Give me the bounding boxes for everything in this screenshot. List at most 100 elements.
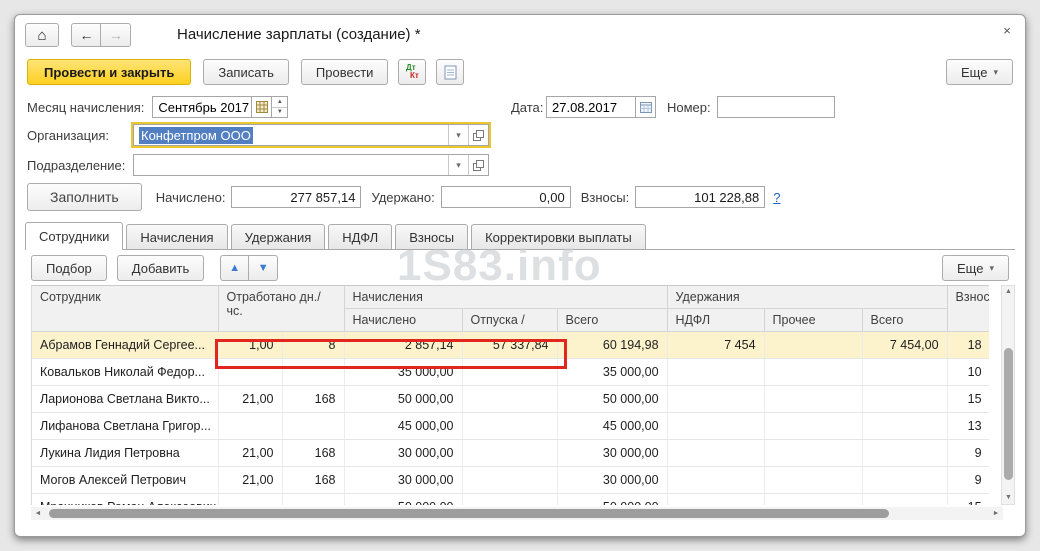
- move-up-button[interactable]: ▲: [220, 255, 249, 281]
- cell-employee[interactable]: Абрамов Геннадий Сергее...: [32, 332, 218, 359]
- tab-ndfl[interactable]: НДФЛ: [328, 224, 392, 249]
- cell-ndfl[interactable]: 7 454: [667, 332, 764, 359]
- table-row[interactable]: Ларионова Светлана Викто... 21,00 168 50…: [32, 386, 989, 413]
- cell-vacation[interactable]: 57 337,84: [462, 332, 557, 359]
- cell-days[interactable]: 21,00: [218, 440, 282, 467]
- cell-ded-total[interactable]: [862, 359, 947, 386]
- cell-ded-total[interactable]: [862, 440, 947, 467]
- cell-hours[interactable]: 8: [282, 332, 344, 359]
- col-total[interactable]: Всего: [557, 309, 667, 332]
- cell-accrued[interactable]: 30 000,00: [344, 440, 462, 467]
- cell-ded-total[interactable]: 7 454,00: [862, 332, 947, 359]
- cell-contributions[interactable]: 9: [947, 467, 989, 494]
- cell-total[interactable]: 50 000,00: [557, 494, 667, 506]
- cell-hours[interactable]: 168: [282, 440, 344, 467]
- cell-days[interactable]: 21,00: [218, 467, 282, 494]
- post-button[interactable]: Провести: [301, 59, 389, 85]
- open-link-icon[interactable]: [468, 125, 488, 145]
- cell-vacation[interactable]: [462, 359, 557, 386]
- cell-other[interactable]: [764, 467, 862, 494]
- cell-employee[interactable]: Мрачников Роман Алексеевич: [32, 494, 218, 506]
- cell-accrued[interactable]: 45 000,00: [344, 413, 462, 440]
- cell-days[interactable]: [218, 494, 282, 506]
- date-input[interactable]: 27.08.2017: [546, 96, 636, 118]
- help-link[interactable]: ?: [773, 190, 780, 205]
- col-ded-total[interactable]: Всего: [862, 309, 947, 332]
- cell-days[interactable]: 1,00: [218, 332, 282, 359]
- cell-other[interactable]: [764, 494, 862, 506]
- month-stepper[interactable]: ▲ ▼: [272, 96, 288, 118]
- table-more-button[interactable]: Еще▾: [942, 255, 1009, 281]
- cell-ndfl[interactable]: [667, 386, 764, 413]
- cell-ndfl[interactable]: [667, 494, 764, 506]
- cell-employee[interactable]: Могов Алексей Петрович: [32, 467, 218, 494]
- cell-vacation[interactable]: [462, 467, 557, 494]
- move-down-button[interactable]: ▼: [249, 255, 278, 281]
- table-row[interactable]: Лукина Лидия Петровна 21,00 168 30 000,0…: [32, 440, 989, 467]
- chevron-down-icon[interactable]: ▾: [448, 155, 468, 175]
- cell-total[interactable]: 45 000,00: [557, 413, 667, 440]
- cell-ded-total[interactable]: [862, 467, 947, 494]
- cell-accrued[interactable]: 30 000,00: [344, 467, 462, 494]
- cell-contributions[interactable]: 10: [947, 359, 989, 386]
- table-row[interactable]: Могов Алексей Петрович 21,00 168 30 000,…: [32, 467, 989, 494]
- cell-vacation[interactable]: [462, 440, 557, 467]
- cell-other[interactable]: [764, 332, 862, 359]
- horizontal-scroll-thumb[interactable]: [49, 509, 889, 518]
- cell-employee[interactable]: Ковальков Николай Федор...: [32, 359, 218, 386]
- more-button[interactable]: Еще▾: [946, 59, 1013, 85]
- home-button[interactable]: ⌂: [25, 23, 59, 47]
- cell-ndfl[interactable]: [667, 467, 764, 494]
- cell-contributions[interactable]: 13: [947, 413, 989, 440]
- cell-vacation[interactable]: [462, 386, 557, 413]
- col-group-deductions[interactable]: Удержания: [667, 286, 947, 309]
- cell-total[interactable]: 60 194,98: [557, 332, 667, 359]
- cell-total[interactable]: 50 000,00: [557, 386, 667, 413]
- cell-total[interactable]: 35 000,00: [557, 359, 667, 386]
- month-picker-button[interactable]: [252, 96, 272, 118]
- cell-other[interactable]: [764, 440, 862, 467]
- cell-ded-total[interactable]: [862, 386, 947, 413]
- vertical-scrollbar[interactable]: ▲ ▼: [1001, 285, 1015, 505]
- cell-employee[interactable]: Лукина Лидия Петровна: [32, 440, 218, 467]
- cell-days[interactable]: [218, 359, 282, 386]
- cell-hours[interactable]: 168: [282, 467, 344, 494]
- number-input[interactable]: [717, 96, 835, 118]
- department-input[interactable]: ▾: [133, 154, 489, 176]
- cell-ded-total[interactable]: [862, 413, 947, 440]
- col-vacation[interactable]: Отпуска /: [462, 309, 557, 332]
- table-row[interactable]: Абрамов Геннадий Сергее... 1,00 8 2 857,…: [32, 332, 989, 359]
- cell-ndfl[interactable]: [667, 440, 764, 467]
- accrued-field[interactable]: 277 857,14: [231, 186, 361, 208]
- horizontal-scrollbar[interactable]: ◄ ►: [31, 507, 1003, 520]
- cell-total[interactable]: 30 000,00: [557, 440, 667, 467]
- date-picker-button[interactable]: [636, 96, 656, 118]
- cell-ded-total[interactable]: [862, 494, 947, 506]
- dtkt-button[interactable]: ДтКт: [398, 59, 426, 85]
- cell-hours[interactable]: [282, 359, 344, 386]
- tab-accruals[interactable]: Начисления: [126, 224, 227, 249]
- col-ndfl[interactable]: НДФЛ: [667, 309, 764, 332]
- cell-accrued[interactable]: 35 000,00: [344, 359, 462, 386]
- back-button[interactable]: ←: [71, 23, 101, 47]
- document-report-button[interactable]: [436, 59, 464, 85]
- cell-contributions[interactable]: 9: [947, 440, 989, 467]
- cell-hours[interactable]: 168: [282, 386, 344, 413]
- cell-total[interactable]: 30 000,00: [557, 467, 667, 494]
- contributions-field[interactable]: 101 228,88: [635, 186, 765, 208]
- cell-employee[interactable]: Ларионова Светлана Викто...: [32, 386, 218, 413]
- save-button[interactable]: Записать: [203, 59, 289, 85]
- scroll-up-icon[interactable]: ▲: [1002, 286, 1015, 298]
- col-accrued[interactable]: Начислено: [344, 309, 462, 332]
- month-input[interactable]: Сентябрь 2017: [152, 96, 252, 118]
- cell-accrued[interactable]: 50 000,00: [344, 494, 462, 506]
- cell-hours[interactable]: [282, 413, 344, 440]
- forward-button[interactable]: →: [101, 23, 131, 47]
- tab-contributions[interactable]: Взносы: [395, 224, 468, 249]
- col-employee[interactable]: Сотрудник: [32, 286, 218, 332]
- cell-ndfl[interactable]: [667, 413, 764, 440]
- table-row[interactable]: Ковальков Николай Федор... 35 000,00 35 …: [32, 359, 989, 386]
- scroll-down-icon[interactable]: ▼: [1002, 492, 1015, 504]
- withheld-field[interactable]: 0,00: [441, 186, 571, 208]
- table-row[interactable]: Мрачников Роман Алексеевич 50 000,00 50 …: [32, 494, 989, 506]
